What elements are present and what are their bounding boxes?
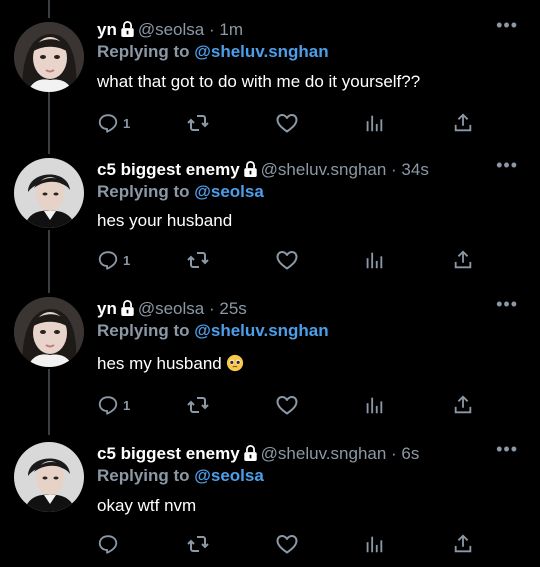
retweet-icon — [186, 248, 210, 272]
timestamp[interactable]: · 34s — [391, 160, 429, 179]
action-bar: 1 — [97, 111, 487, 135]
pleading-face-icon — [226, 354, 244, 372]
action-bar — [97, 532, 487, 556]
retweet-icon — [186, 532, 210, 556]
timestamp[interactable]: · 25s — [209, 299, 247, 318]
more-options-icon[interactable]: ••• — [496, 156, 518, 174]
reply-count: 1 — [123, 115, 131, 131]
reply-button[interactable] — [97, 532, 123, 556]
like-button[interactable] — [275, 393, 299, 417]
heart-icon — [275, 393, 299, 417]
analytics-button[interactable] — [363, 111, 385, 135]
display-name[interactable]: c5 biggest enemy — [97, 444, 240, 463]
share-button[interactable] — [452, 532, 474, 556]
display-name[interactable]: yn — [97, 20, 117, 39]
more-options-icon[interactable]: ••• — [496, 16, 518, 34]
heart-icon — [275, 111, 299, 135]
heart-icon — [275, 248, 299, 272]
user-handle[interactable]: @sheluv.snghan — [261, 444, 387, 463]
lock-icon — [120, 300, 135, 316]
boy-avatar[interactable] — [14, 158, 84, 228]
retweet-button[interactable] — [186, 111, 210, 135]
more-options-icon[interactable]: ••• — [496, 295, 518, 313]
tweet-header: c5 biggest enemy @sheluv.snghan · 34s — [97, 158, 429, 182]
tweet-header: yn @seolsa · 1m — [97, 18, 243, 42]
tweet-header: yn @seolsa · 25s — [97, 297, 247, 321]
reply-mention-link[interactable]: @seolsa — [194, 182, 264, 201]
display-name[interactable]: yn — [97, 299, 117, 318]
retweet-button[interactable] — [186, 532, 210, 556]
girl-avatar[interactable] — [14, 297, 84, 367]
share-button[interactable] — [452, 111, 474, 135]
share-icon — [452, 249, 474, 271]
user-handle[interactable]: @seolsa — [138, 299, 204, 318]
reply-icon — [97, 533, 119, 555]
heart-icon — [275, 532, 299, 556]
share-button[interactable] — [452, 248, 474, 272]
action-bar: 1 — [97, 248, 487, 272]
reply-mention-link[interactable]: @sheluv.snghan — [194, 321, 328, 340]
more-options-icon[interactable]: ••• — [496, 440, 518, 458]
share-icon — [452, 533, 474, 555]
reply-button[interactable]: 1 — [97, 393, 130, 417]
like-button[interactable] — [275, 532, 299, 556]
analytics-icon — [363, 249, 385, 271]
tweet-text-row: hes my husband — [97, 352, 244, 376]
retweet-button[interactable] — [186, 393, 210, 417]
analytics-button[interactable] — [363, 532, 385, 556]
replying-to: Replying to @seolsa — [97, 464, 264, 488]
retweet-button[interactable] — [186, 248, 210, 272]
reply-mention-link[interactable]: @sheluv.snghan — [194, 42, 328, 61]
boy-avatar[interactable] — [14, 442, 84, 512]
reply-mention-link[interactable]: @seolsa — [194, 466, 264, 485]
replying-to-prefix: Replying to — [97, 466, 190, 485]
reply-count: 1 — [123, 252, 131, 268]
share-icon — [452, 112, 474, 134]
tweet-header: c5 biggest enemy @sheluv.snghan · 6s — [97, 442, 419, 466]
display-name[interactable]: c5 biggest enemy — [97, 160, 240, 179]
lock-icon — [243, 445, 258, 461]
thread-line — [48, 0, 50, 18]
timestamp[interactable]: · 6s — [391, 444, 419, 463]
reply-button[interactable]: 1 — [97, 111, 130, 135]
share-button[interactable] — [452, 393, 474, 417]
lock-icon — [243, 161, 258, 177]
analytics-icon — [363, 533, 385, 555]
timestamp[interactable]: · 1m — [209, 20, 243, 39]
analytics-button[interactable] — [363, 248, 385, 272]
like-button[interactable] — [275, 111, 299, 135]
user-handle[interactable]: @seolsa — [138, 20, 204, 39]
thread-line — [48, 230, 50, 293]
user-handle[interactable]: @sheluv.snghan — [261, 160, 387, 179]
reply-icon — [97, 249, 119, 271]
thread-line — [48, 369, 50, 435]
action-bar: 1 — [97, 393, 487, 417]
like-button[interactable] — [275, 248, 299, 272]
reply-button[interactable]: 1 — [97, 248, 130, 272]
reply-count: 1 — [123, 397, 131, 413]
tweet-text: what that got to do with me do it yourse… — [97, 72, 421, 91]
replying-to: Replying to @sheluv.snghan — [97, 319, 329, 343]
replying-to: Replying to @seolsa — [97, 180, 264, 204]
thread-line — [48, 90, 50, 154]
tweet-text: okay wtf nvm — [97, 496, 197, 515]
replying-to-prefix: Replying to — [97, 321, 190, 340]
reply-icon — [97, 394, 119, 416]
analytics-icon — [363, 394, 385, 416]
tweet-text: hes my husband — [97, 354, 222, 373]
retweet-icon — [186, 111, 210, 135]
retweet-icon — [186, 393, 210, 417]
replying-to: Replying to @sheluv.snghan — [97, 40, 329, 64]
lock-icon — [120, 21, 135, 37]
replying-to-prefix: Replying to — [97, 42, 190, 61]
girl-avatar[interactable] — [14, 22, 84, 92]
tweet-text: hes your husband — [97, 211, 233, 230]
share-icon — [452, 394, 474, 416]
replying-to-prefix: Replying to — [97, 182, 190, 201]
analytics-icon — [363, 112, 385, 134]
reply-icon — [97, 112, 119, 134]
analytics-button[interactable] — [363, 393, 385, 417]
